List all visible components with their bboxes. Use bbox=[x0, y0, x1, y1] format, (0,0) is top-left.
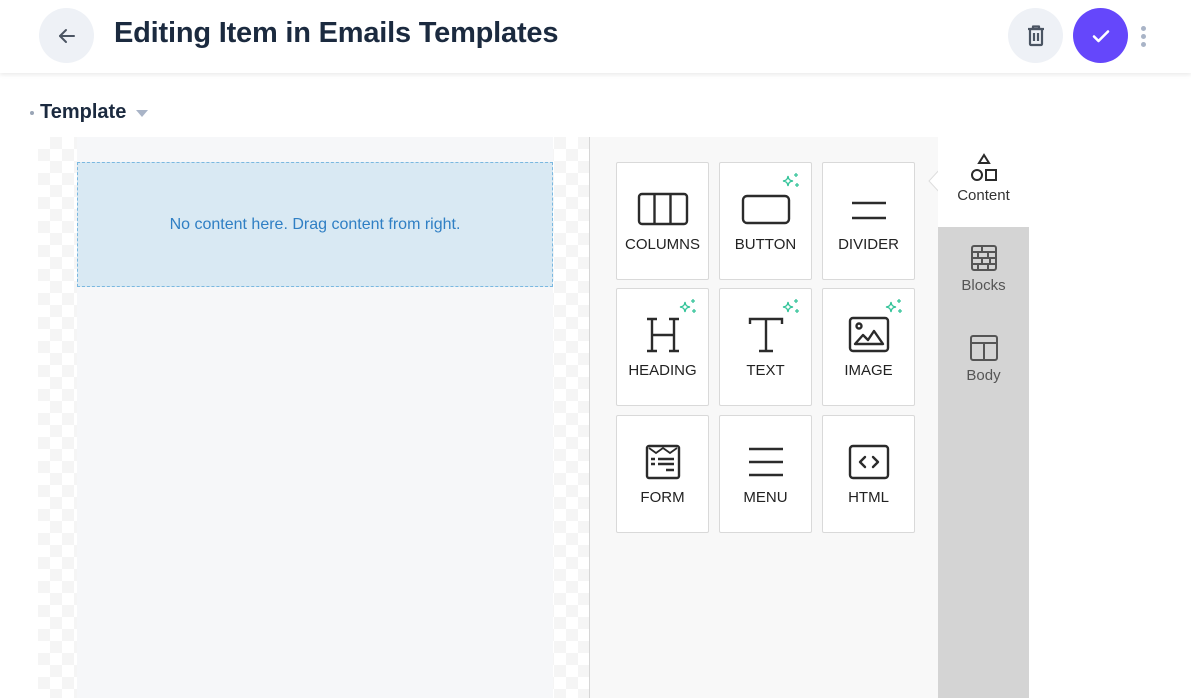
arrow-left-icon bbox=[58, 28, 75, 43]
tile-label: MENU bbox=[743, 489, 788, 506]
back-button[interactable] bbox=[39, 8, 94, 63]
top-bar: Editing Item in Emails Templates bbox=[0, 0, 1191, 73]
html-icon bbox=[848, 444, 889, 480]
template-section-toggle[interactable]: Template bbox=[30, 101, 149, 124]
columns-icon bbox=[637, 192, 688, 226]
tile-menu[interactable]: MENU bbox=[719, 415, 812, 533]
tile-text[interactable]: TEXT bbox=[719, 288, 812, 406]
tile-label: BUTTON bbox=[734, 236, 797, 253]
divider-icon bbox=[851, 201, 886, 220]
trash-icon bbox=[1027, 24, 1044, 46]
check-icon bbox=[1092, 29, 1109, 42]
tab-label: Content bbox=[957, 187, 1010, 204]
delete-button[interactable] bbox=[1008, 8, 1063, 63]
tab-blocks[interactable]: Blocks bbox=[938, 227, 1029, 317]
save-button[interactable] bbox=[1073, 8, 1128, 63]
blocks-icon bbox=[970, 245, 997, 271]
tile-form[interactable]: FORM bbox=[616, 415, 709, 533]
section-label: Template bbox=[40, 101, 127, 123]
text-icon bbox=[748, 317, 783, 353]
tab-label: Blocks bbox=[961, 277, 1006, 294]
heading-icon bbox=[646, 317, 679, 353]
tile-label: FORM bbox=[640, 489, 685, 506]
tile-label: DIVIDER bbox=[838, 236, 899, 253]
caret-down-icon bbox=[136, 110, 149, 117]
content-panel: COLUMNS BUTTON DIVIDER HEADING TEXT IMAG… bbox=[589, 137, 938, 698]
tile-label: IMAGE bbox=[844, 362, 893, 379]
shapes-icon bbox=[970, 153, 997, 181]
more-options-button[interactable] bbox=[1134, 20, 1152, 52]
kebab-dot bbox=[1140, 33, 1146, 39]
bullet-dot bbox=[30, 110, 34, 115]
tile-divider[interactable]: DIVIDER bbox=[822, 162, 915, 280]
menu-icon bbox=[748, 447, 783, 477]
tile-label: TEXT bbox=[746, 362, 785, 379]
empty-message: No content here. Drag content from right… bbox=[169, 215, 461, 233]
kebab-dot bbox=[1140, 41, 1146, 47]
drop-zone[interactable]: No content here. Drag content from right… bbox=[77, 162, 553, 287]
button-icon bbox=[741, 194, 790, 225]
body-layout-icon bbox=[969, 335, 998, 361]
tab-body[interactable]: Body bbox=[938, 317, 1029, 407]
form-icon bbox=[645, 444, 680, 480]
side-tabs: Content Blocks Body bbox=[938, 137, 1029, 698]
tab-label: Body bbox=[966, 367, 1001, 384]
kebab-dot bbox=[1140, 25, 1146, 31]
tile-label: HTML bbox=[848, 489, 889, 506]
tab-content[interactable]: Content bbox=[938, 137, 1029, 227]
tile-label: HEADING bbox=[628, 362, 697, 379]
image-icon bbox=[848, 316, 889, 353]
tile-image[interactable]: IMAGE bbox=[822, 288, 915, 406]
tile-columns[interactable]: COLUMNS bbox=[616, 162, 709, 280]
tile-button[interactable]: BUTTON bbox=[719, 162, 812, 280]
tile-html[interactable]: HTML bbox=[822, 415, 915, 533]
page-title: Editing Item in Emails Templates bbox=[114, 17, 559, 49]
tile-heading[interactable]: HEADING bbox=[616, 288, 709, 406]
email-canvas: No content here. Drag content from right… bbox=[38, 137, 589, 698]
tile-label: COLUMNS bbox=[624, 236, 700, 253]
